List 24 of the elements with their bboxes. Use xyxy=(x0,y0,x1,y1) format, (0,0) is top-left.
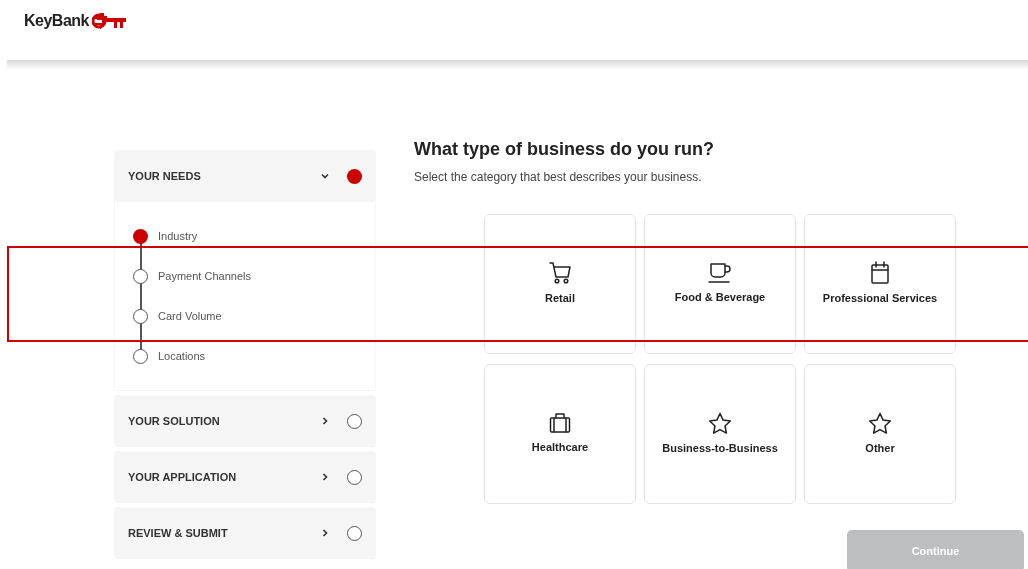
cup-icon xyxy=(708,262,732,285)
question-title: What type of business do you run? xyxy=(414,138,715,161)
section-header[interactable]: REVIEW & SUBMIT xyxy=(114,507,376,559)
category-card[interactable]: Retail xyxy=(484,214,636,354)
section-header[interactable]: YOUR NEEDS xyxy=(114,150,376,202)
star-icon xyxy=(868,411,892,435)
category-card[interactable]: Food & Beverage xyxy=(644,214,796,354)
question-subtitle: Select the category that best describes your business. xyxy=(414,169,703,186)
step-link[interactable]: Locations xyxy=(158,347,206,365)
logo-text: KeyBank xyxy=(24,11,89,31)
calendar-icon xyxy=(870,261,890,286)
step-link[interactable]: Card Volume xyxy=(158,307,222,325)
key-logo-icon xyxy=(92,13,127,29)
category-card[interactable]: Professional Services xyxy=(804,214,956,354)
step-link[interactable]: Industry xyxy=(158,227,198,245)
section-header[interactable]: YOUR APPLICATION xyxy=(114,451,376,503)
category-card[interactable]: Business-to-Business xyxy=(644,364,796,504)
section-header[interactable]: YOUR SOLUTION xyxy=(114,395,376,447)
cart-icon xyxy=(549,261,571,286)
category-card[interactable]: Other xyxy=(804,364,956,504)
briefcase-icon xyxy=(549,412,571,435)
step-link[interactable]: Payment Channels xyxy=(158,267,251,285)
star-icon xyxy=(708,411,732,435)
category-card[interactable]: Healthcare xyxy=(484,364,636,504)
